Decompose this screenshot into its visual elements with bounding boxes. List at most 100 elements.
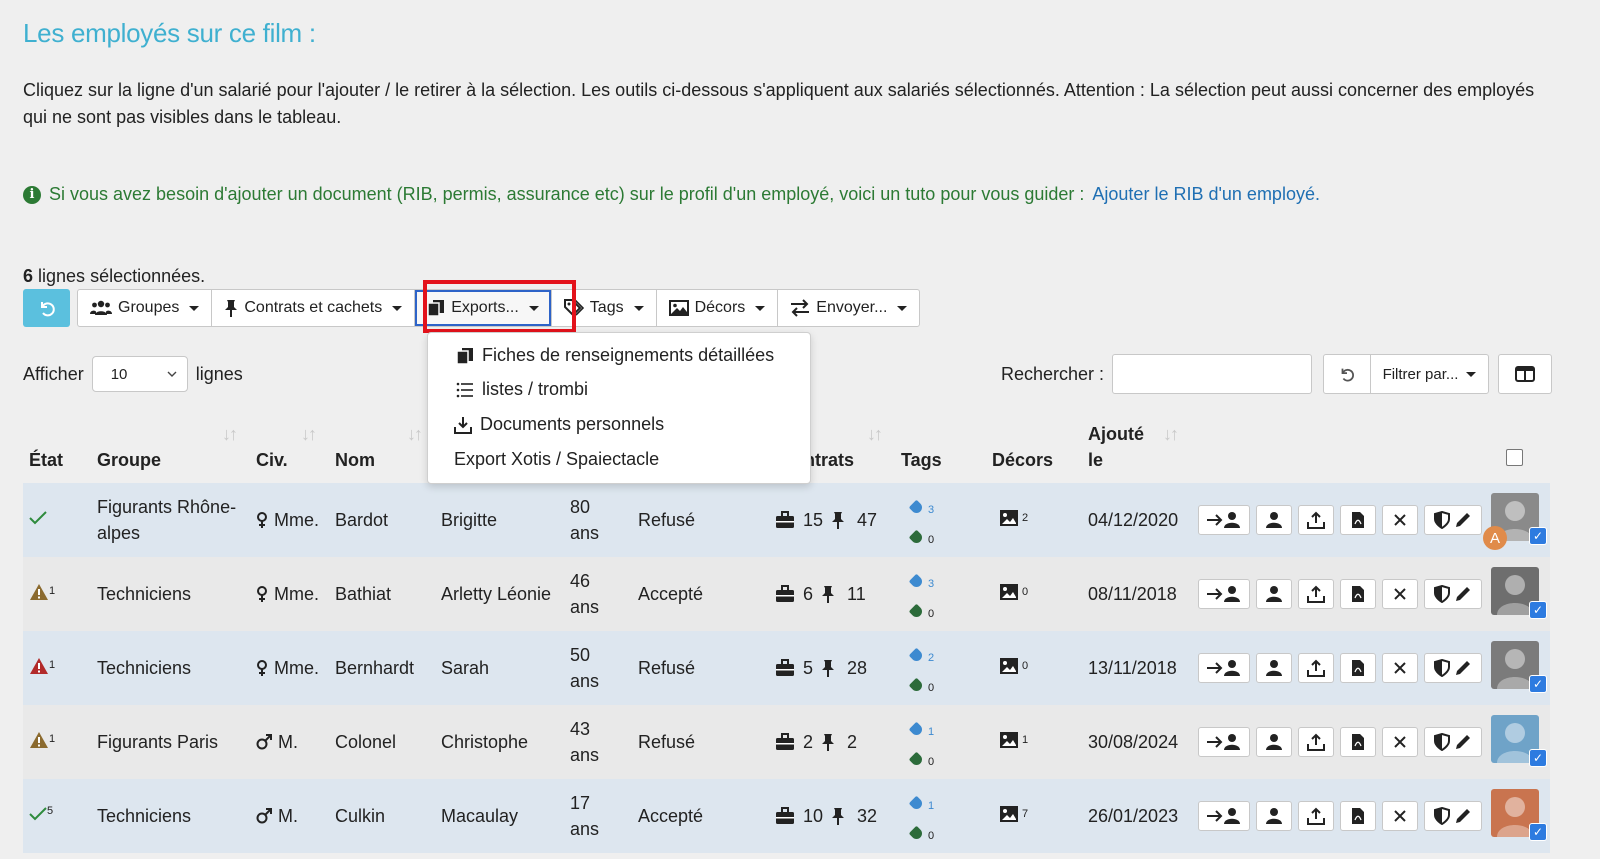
column-header-decors[interactable]: Décors xyxy=(992,450,1053,471)
state-count: 5 xyxy=(47,805,54,817)
column-header-ajoute[interactable]: Ajouté xyxy=(1088,424,1144,445)
envoyer-dropdown-button[interactable]: Envoyer... xyxy=(778,290,919,326)
row-select-checkbox[interactable]: ✓ xyxy=(1529,823,1547,841)
age-unit: ans xyxy=(570,597,600,617)
remove-button[interactable] xyxy=(1382,505,1418,535)
assign-button[interactable] xyxy=(1198,727,1250,757)
menu-item-fiches[interactable]: Fiches de renseignements détaillées xyxy=(456,345,774,366)
pin-icon xyxy=(822,734,835,751)
profile-button[interactable] xyxy=(1256,727,1292,757)
table-row[interactable]: Figurants Rhône-alpes Mme. Bardot Brigit… xyxy=(23,483,1550,557)
assign-button[interactable] xyxy=(1198,579,1250,609)
pencil-icon xyxy=(1456,587,1470,601)
sort-icon[interactable]: ↓↑ xyxy=(222,424,238,445)
edit-rights-button[interactable] xyxy=(1424,505,1482,535)
tag-count: 1 xyxy=(928,726,935,738)
tags-cell: 1 0 xyxy=(908,791,934,851)
edit-rights-button[interactable] xyxy=(1424,653,1482,683)
profile-button[interactable] xyxy=(1256,653,1292,683)
upload-icon xyxy=(1307,659,1325,677)
sort-icon[interactable]: ↓↑ xyxy=(1163,424,1179,445)
row-select-checkbox[interactable]: ✓ xyxy=(1529,675,1547,693)
table-row[interactable]: 5 Techniciens M. Culkin Macaulay 17 ans … xyxy=(23,779,1550,853)
assign-button[interactable] xyxy=(1198,801,1250,831)
filter-dropdown-button[interactable]: Filtrer par... xyxy=(1371,355,1488,393)
remove-button[interactable] xyxy=(1382,653,1418,683)
groupes-dropdown-button[interactable]: Groupes xyxy=(78,290,213,326)
decors-cell: 2 xyxy=(999,505,1028,531)
pdf-button[interactable] xyxy=(1340,579,1376,609)
reset-selection-button[interactable] xyxy=(23,289,70,327)
upload-button[interactable] xyxy=(1298,653,1334,683)
row-select-checkbox[interactable]: ✓ xyxy=(1529,527,1547,545)
menu-item-export-xotis[interactable]: Export Xotis / Spaiectacle xyxy=(454,449,659,470)
assign-button[interactable] xyxy=(1198,505,1250,535)
pdf-button[interactable] xyxy=(1340,727,1376,757)
image-icon xyxy=(1000,732,1018,748)
decors-count: 0 xyxy=(1022,586,1029,598)
arrow-user-icon xyxy=(1207,512,1240,528)
upload-button[interactable] xyxy=(1298,505,1334,535)
upload-button[interactable] xyxy=(1298,727,1334,757)
decors-dropdown-button[interactable]: Décors xyxy=(657,290,779,326)
decors-cell: 0 xyxy=(999,579,1028,605)
remove-button[interactable] xyxy=(1382,579,1418,609)
column-header-contrats[interactable]: ntrats xyxy=(804,450,854,471)
tag-icon xyxy=(908,751,925,768)
pin-icon xyxy=(225,300,238,317)
male-icon xyxy=(256,734,272,750)
page-length-select[interactable]: 10 xyxy=(91,356,188,392)
table-row[interactable]: 1 Techniciens Mme. Bernhardt Sarah 50 an… xyxy=(23,631,1550,705)
remove-button[interactable] xyxy=(1382,727,1418,757)
sort-icon[interactable]: ↓↑ xyxy=(407,424,423,445)
reset-filter-button[interactable] xyxy=(1324,355,1371,393)
group-cell: Figurants Paris xyxy=(97,732,219,752)
column-header-etat[interactable]: État xyxy=(29,450,63,471)
column-header-groupe[interactable]: Groupe xyxy=(97,450,161,471)
remove-button[interactable] xyxy=(1382,801,1418,831)
search-input[interactable] xyxy=(1112,354,1313,394)
columns-toggle-button[interactable] xyxy=(1498,354,1552,394)
edit-rights-button[interactable] xyxy=(1424,579,1482,609)
contrats-dropdown-button[interactable]: Contrats et cachets xyxy=(212,290,416,326)
decors-cell: 1 xyxy=(999,727,1028,753)
menu-item-listes-trombi[interactable]: listes / trombi xyxy=(456,379,588,400)
column-header-nom[interactable]: Nom xyxy=(335,450,375,471)
sort-icon[interactable]: ↓↑ xyxy=(867,424,883,445)
profile-button[interactable] xyxy=(1256,801,1292,831)
row-select-checkbox[interactable]: ✓ xyxy=(1529,749,1547,767)
edit-rights-button[interactable] xyxy=(1424,801,1482,831)
assign-button[interactable] xyxy=(1198,653,1250,683)
status-warning-icon: 1 xyxy=(29,583,55,606)
upload-icon xyxy=(1307,807,1325,825)
added-date-cell: 30/08/2024 xyxy=(1088,732,1179,752)
image-icon xyxy=(668,300,689,316)
column-header-tags[interactable]: Tags xyxy=(901,450,942,471)
age-value: 43 xyxy=(570,719,591,739)
menu-item-label: listes / trombi xyxy=(482,379,589,399)
profile-button[interactable] xyxy=(1256,505,1292,535)
undo-icon xyxy=(40,302,55,317)
menu-item-label: Export Xotis / Spaiectacle xyxy=(454,449,660,469)
contrats-label: Contrats et cachets xyxy=(244,299,383,316)
tag-count-blue: 1 xyxy=(908,717,935,747)
column-header-civ[interactable]: Civ. xyxy=(256,450,288,471)
female-icon xyxy=(256,659,268,677)
rib-tutorial-link[interactable]: Ajouter le RIB d'un employé. xyxy=(1092,184,1320,205)
edit-rights-button[interactable] xyxy=(1424,727,1482,757)
shield-icon xyxy=(1434,807,1450,825)
table-row[interactable]: 1 Techniciens Mme. Bathiat Arletty Léoni… xyxy=(23,557,1550,631)
profile-button[interactable] xyxy=(1256,579,1292,609)
table-row[interactable]: 1 Figurants Paris M. Colonel Christophe … xyxy=(23,705,1550,779)
upload-button[interactable] xyxy=(1298,801,1334,831)
sort-icon[interactable]: ↓↑ xyxy=(301,424,317,445)
pdf-button[interactable] xyxy=(1340,505,1376,535)
menu-item-documents[interactable]: Documents personnels xyxy=(454,414,664,435)
added-date-cell: 08/11/2018 xyxy=(1088,584,1177,604)
cachets-count: 11 xyxy=(847,584,866,604)
row-select-checkbox[interactable]: ✓ xyxy=(1529,601,1547,619)
select-all-checkbox[interactable] xyxy=(1506,449,1523,466)
pdf-button[interactable] xyxy=(1340,653,1376,683)
upload-button[interactable] xyxy=(1298,579,1334,609)
pdf-button[interactable] xyxy=(1340,801,1376,831)
